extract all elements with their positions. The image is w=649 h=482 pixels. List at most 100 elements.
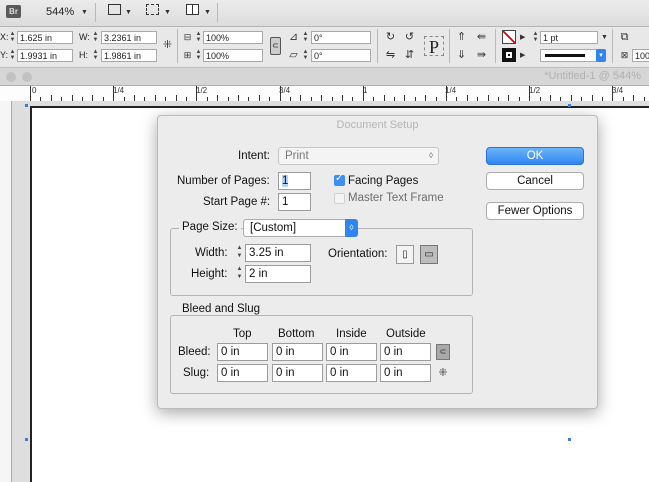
link-bleed-icon[interactable]: ⊂	[436, 344, 450, 360]
flip-vertical-icon[interactable]: ⇵	[403, 49, 416, 62]
stroke-weight-stepper[interactable]: ▲ ▼	[532, 31, 539, 44]
rotate-ccw-icon[interactable]: ↺	[403, 31, 416, 44]
horizontal-ruler[interactable]: 0 1/4 1/2 3/4 1 1/4 1/2 3/4	[0, 86, 649, 102]
page-size-select[interactable]: [Custom] ◊	[243, 219, 358, 237]
chevron-updown-icon: ◊	[345, 219, 358, 237]
x-field[interactable]: 1.625 in	[17, 31, 73, 44]
intent-select[interactable]: Print ◊	[278, 147, 439, 165]
select-content-icon[interactable]: ⇓	[455, 49, 468, 62]
bleed-outside-field[interactable]: 0 in	[380, 343, 431, 361]
select-next-icon[interactable]: ⇛	[475, 49, 488, 62]
selection-handle[interactable]	[25, 104, 28, 107]
w-stepper[interactable]: ▲ ▼	[92, 31, 99, 44]
master-text-frame-checkbox[interactable]	[334, 193, 345, 204]
slug-outside-field[interactable]: 0 in	[380, 364, 431, 382]
selection-handle[interactable]	[568, 438, 571, 441]
divider	[377, 29, 378, 63]
text-wrap-icon[interactable]: ⧉	[618, 31, 631, 44]
screen-mode-icon[interactable]	[146, 4, 159, 15]
shear-stepper[interactable]: ▲ ▼	[302, 49, 309, 62]
h-field[interactable]: 1.9861 in	[101, 49, 157, 62]
opacity-field[interactable]: 100	[632, 49, 649, 62]
portrait-orientation-icon[interactable]: ▯	[396, 245, 414, 264]
width-field[interactable]: 3.25 in	[245, 244, 311, 262]
divider	[217, 3, 218, 22]
fill-swatch-icon[interactable]	[502, 30, 516, 44]
divider	[177, 29, 178, 63]
slug-bottom-field[interactable]: 0 in	[272, 364, 323, 382]
fewer-options-button[interactable]: Fewer Options	[486, 202, 584, 220]
stroke-weight-field[interactable]: 1 pt	[540, 31, 598, 44]
height-stepper[interactable]: ▲ ▼	[235, 265, 244, 283]
column-header-outside: Outside	[386, 328, 426, 340]
bleed-inside-field[interactable]: 0 in	[326, 343, 377, 361]
bleed-top-field[interactable]: 0 in	[217, 343, 268, 361]
document-setup-dialog: Document Setup Intent: Print ◊ Number of…	[157, 115, 598, 409]
rotate-icon: ⊿	[288, 31, 299, 43]
bleed-bottom-field[interactable]: 0 in	[272, 343, 323, 361]
flip-horizontal-icon[interactable]: ⇋	[384, 49, 397, 62]
scale-y-field[interactable]: 100%	[203, 49, 263, 62]
y-stepper[interactable]: ▲ ▼	[9, 49, 16, 62]
width-stepper[interactable]: ▲ ▼	[235, 244, 244, 262]
fill-dropdown-icon[interactable]: ▶	[520, 33, 525, 41]
y-field[interactable]: 1.9931 in	[17, 49, 73, 62]
page-size-value: [Custom]	[250, 222, 297, 234]
scale-x-field[interactable]: 100%	[203, 31, 263, 44]
rotate-field[interactable]: 0°	[311, 31, 371, 44]
constrain-scale-link-icon[interactable]: ⊂	[270, 37, 281, 55]
width-label: Width:	[195, 247, 228, 259]
intent-value: Print	[285, 150, 309, 162]
ruler-label: 3/4	[279, 86, 291, 95]
select-previous-icon[interactable]: ⇚	[475, 31, 488, 44]
shear-field[interactable]: 0°	[311, 49, 371, 62]
stroke-weight-dropdown-icon[interactable]: ▼	[601, 34, 608, 41]
zoom-level[interactable]: 544%	[46, 6, 74, 18]
bridge-button[interactable]: Br	[6, 5, 21, 18]
divider	[95, 3, 96, 22]
start-page-field[interactable]: 1	[278, 193, 311, 211]
height-field[interactable]: 2 in	[245, 265, 311, 283]
number-of-pages-label: Number of Pages:	[177, 175, 270, 187]
vertical-ruler[interactable]	[0, 101, 12, 482]
view-options-icon[interactable]	[108, 4, 121, 15]
stroke-type-dropdown-icon[interactable]: ▾	[596, 49, 606, 62]
column-header-bottom: Bottom	[278, 328, 315, 340]
ruler-label: 3/4	[612, 86, 624, 95]
selection-handle[interactable]	[568, 104, 571, 107]
slug-top-field[interactable]: 0 in	[217, 364, 268, 382]
slug-label: Slug:	[183, 367, 210, 379]
stroke-swatch-icon[interactable]	[502, 48, 516, 62]
w-field[interactable]: 3.2361 in	[101, 31, 157, 44]
select-container-icon[interactable]: ⇑	[455, 31, 468, 44]
minimize-window-button[interactable]	[22, 72, 32, 82]
constrain-proportions-icon[interactable]: ⁜	[161, 39, 174, 52]
dialog-title: Document Setup	[336, 119, 419, 131]
ruler-label: 1	[363, 86, 368, 95]
facing-pages-checkbox[interactable]: ✓	[334, 173, 345, 186]
link-slug-icon[interactable]: ⁜	[436, 365, 450, 381]
scale-y-stepper[interactable]: ▲ ▼	[195, 49, 202, 62]
stroke-dropdown-icon[interactable]: ▶	[520, 51, 525, 59]
selection-handle[interactable]	[25, 438, 28, 441]
view-dropdown-icon[interactable]: ▼	[125, 9, 132, 16]
ok-button[interactable]: OK	[486, 147, 584, 165]
scale-x-stepper[interactable]: ▲ ▼	[195, 31, 202, 44]
number-of-pages-field[interactable]: 1	[278, 172, 311, 190]
arrange-dropdown-icon[interactable]: ▼	[204, 9, 211, 16]
rotate-stepper[interactable]: ▲ ▼	[302, 31, 309, 44]
screen-mode-dropdown-icon[interactable]: ▼	[164, 9, 171, 16]
h-stepper[interactable]: ▲ ▼	[92, 49, 99, 62]
facing-pages-label: Facing Pages	[348, 175, 419, 187]
stroke-type-preview	[545, 54, 585, 57]
x-label: X:	[0, 32, 9, 42]
close-window-button[interactable]	[6, 72, 16, 82]
landscape-orientation-icon[interactable]: ▭	[420, 245, 438, 264]
rotate-cw-icon[interactable]: ↻	[384, 31, 397, 44]
arrange-documents-icon[interactable]	[186, 4, 199, 15]
zoom-dropdown-icon[interactable]: ▼	[81, 9, 88, 16]
stroke-type-select[interactable]	[540, 49, 597, 62]
x-stepper[interactable]: ▲ ▼	[9, 31, 16, 44]
cancel-button[interactable]: Cancel	[486, 172, 584, 190]
slug-inside-field[interactable]: 0 in	[326, 364, 377, 382]
